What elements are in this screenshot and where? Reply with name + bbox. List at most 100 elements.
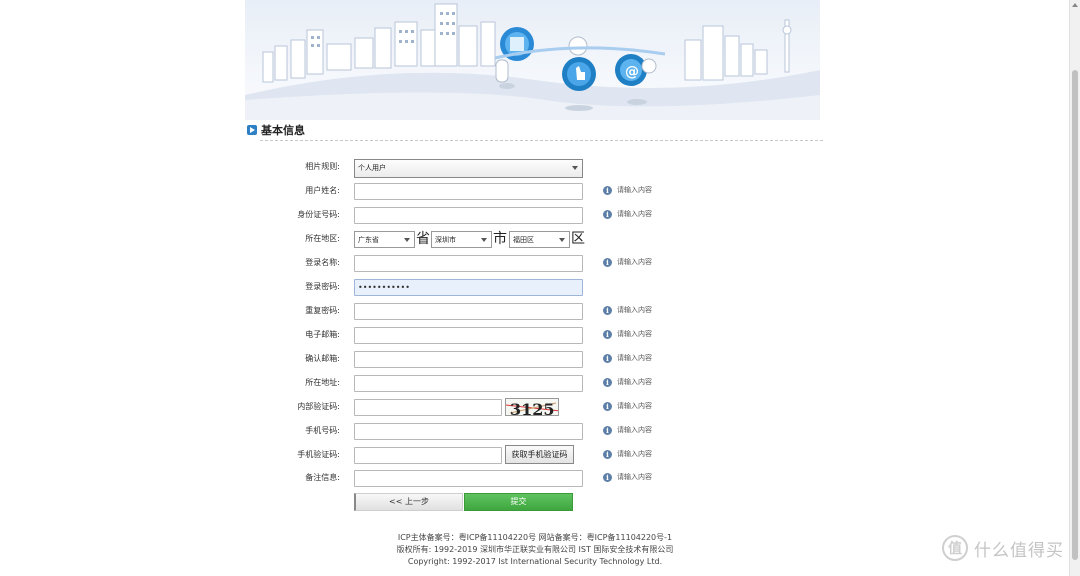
rule-select[interactable]: 个人用户: [354, 159, 583, 178]
phone-hint: i 请输入内容: [603, 425, 652, 435]
info-icon: i: [603, 425, 612, 435]
city-select[interactable]: 深圳市: [431, 231, 492, 248]
watermark: 值 什么值得买: [942, 535, 1064, 561]
city-value: 深圳市: [435, 236, 456, 244]
remark-input[interactable]: [354, 470, 583, 487]
confirm-email-label: 确认邮箱:: [305, 354, 340, 363]
hint-text: 请输入内容: [617, 306, 652, 314]
region-label: 所在地区:: [305, 234, 340, 243]
hint-text: 请输入内容: [617, 258, 652, 266]
chevron-down-icon: [559, 238, 565, 242]
captcha-text: 3125: [510, 400, 555, 416]
submit-button[interactable]: 提交: [464, 493, 573, 511]
scrollbar-thumb[interactable]: [1072, 70, 1078, 560]
info-icon: i: [603, 329, 612, 339]
rule-label: 相片规则:: [305, 162, 340, 171]
hint-text: 请输入内容: [617, 402, 652, 410]
chevron-down-icon: [404, 238, 410, 242]
hint-text: 请输入内容: [617, 473, 652, 481]
province-select[interactable]: 广东省: [354, 231, 415, 248]
footer-copyright-en: Copyright: 1992-2017 Ist International S…: [407, 557, 663, 566]
form-row-captcha: 内部验证码: 3125 i 请输入内容: [245, 397, 820, 417]
form-row-id: 身份证号码: i 请输入内容: [245, 205, 820, 225]
name-hint: i 请输入内容: [603, 185, 652, 195]
section-title: 基本信息: [261, 124, 305, 137]
form-row-sms-code: 手机验证码: 获取手机验证码 i 请输入内容: [245, 445, 820, 465]
confirm-email-hint: i 请输入内容: [603, 353, 652, 363]
svg-text:@: @: [625, 64, 639, 80]
chevron-down-icon: [572, 166, 578, 170]
info-icon: i: [603, 185, 612, 195]
email-label: 电子邮箱:: [305, 330, 340, 339]
info-icon: i: [603, 472, 612, 482]
section-header: 基本信息: [247, 121, 305, 139]
form-row-repeat-password: 重复密码: i 请输入内容: [245, 301, 820, 321]
address-label: 所在地址:: [305, 378, 340, 387]
name-input[interactable]: [354, 183, 583, 200]
hint-text: 请输入内容: [617, 378, 652, 386]
password-input[interactable]: •••••••••••: [354, 279, 583, 296]
hint-text: 请输入内容: [617, 426, 652, 434]
info-icon: i: [603, 209, 612, 219]
province-value: 广东省: [358, 236, 379, 244]
scroll-up-icon[interactable]: [1072, 3, 1078, 7]
repeat-password-label: 重复密码:: [305, 306, 340, 315]
info-icon: i: [603, 449, 612, 459]
info-icon: i: [603, 377, 612, 387]
email-hint: i 请输入内容: [603, 329, 652, 339]
page-footer: ICP主体备案号：粤ICP备11104220号 网站备案号：粤ICP备11104…: [245, 532, 825, 568]
form-row-remark: 备注信息: i 请输入内容: [245, 468, 820, 488]
id-hint: i 请输入内容: [603, 209, 652, 219]
district-select[interactable]: 福田区: [509, 231, 570, 248]
province-suffix: 省: [416, 231, 430, 247]
email-input[interactable]: [354, 327, 583, 344]
form-row-email: 电子邮箱: i 请输入内容: [245, 325, 820, 345]
form-row-phone: 手机号码: i 请输入内容: [245, 421, 820, 441]
remark-hint: i 请输入内容: [603, 472, 652, 482]
login-name-input[interactable]: [354, 255, 583, 272]
form-row-rule: 相片规则: 个人用户: [245, 157, 820, 178]
captcha-input[interactable]: [354, 399, 502, 416]
form-row-confirm-email: 确认邮箱: i 请输入内容: [245, 349, 820, 369]
district-suffix: 区: [571, 231, 585, 247]
captcha-image[interactable]: 3125: [505, 398, 559, 416]
district-value: 福田区: [513, 236, 534, 244]
watermark-text: 什么值得买: [974, 540, 1064, 561]
sms-code-label: 手机验证码:: [297, 450, 340, 459]
rule-select-value: 个人用户: [358, 164, 386, 172]
hint-text: 请输入内容: [617, 450, 652, 458]
footer-icp: ICP主体备案号：粤ICP备11104220号 网站备案号：粤ICP备11104…: [397, 533, 673, 542]
vertical-scrollbar[interactable]: [1069, 0, 1080, 576]
id-label: 身份证号码:: [297, 210, 340, 219]
info-icon: i: [603, 353, 612, 363]
form-row-address: 所在地址: i 请输入内容: [245, 373, 820, 393]
info-icon: i: [603, 305, 612, 315]
chevron-down-icon: [481, 238, 487, 242]
city-suffix: 市: [493, 231, 507, 247]
address-input[interactable]: [354, 375, 583, 392]
get-sms-code-button[interactable]: 获取手机验证码: [505, 445, 574, 464]
sms-code-input[interactable]: [354, 447, 502, 464]
hint-text: 请输入内容: [617, 354, 652, 362]
form-row-region: 所在地区: 广东省 省 深圳市 市 福田区 区: [245, 229, 820, 249]
hint-text: 请输入内容: [617, 330, 652, 338]
info-icon: i: [603, 257, 612, 267]
info-icon: i: [603, 401, 612, 411]
section-divider: [260, 140, 823, 141]
repeat-password-input[interactable]: [354, 303, 583, 320]
phone-label: 手机号码:: [305, 426, 340, 435]
id-number-input[interactable]: [354, 207, 583, 224]
watermark-logo-icon: 值: [942, 535, 968, 561]
phone-input[interactable]: [354, 423, 583, 440]
footer-copyright-cn: 版权所有: 1992-2019 深圳市华正联实业有限公司 IST 国际安全技术有…: [396, 545, 674, 554]
remark-label: 备注信息:: [305, 473, 340, 482]
form-row-login: 登录名称: i 请输入内容: [245, 253, 820, 273]
registration-page: @ 基本信息 相片规则: 个人用户 用户姓名: i 请输入内容 身份证号码: i…: [245, 0, 825, 576]
password-mask: •••••••••••: [358, 283, 410, 292]
name-label: 用户姓名:: [305, 186, 340, 195]
previous-step-button[interactable]: << 上一步: [354, 493, 463, 511]
play-arrow-icon: [247, 125, 257, 135]
confirm-email-input[interactable]: [354, 351, 583, 368]
repeat-password-hint: i 请输入内容: [603, 305, 652, 315]
form-row-name: 用户姓名: i 请输入内容: [245, 181, 820, 201]
